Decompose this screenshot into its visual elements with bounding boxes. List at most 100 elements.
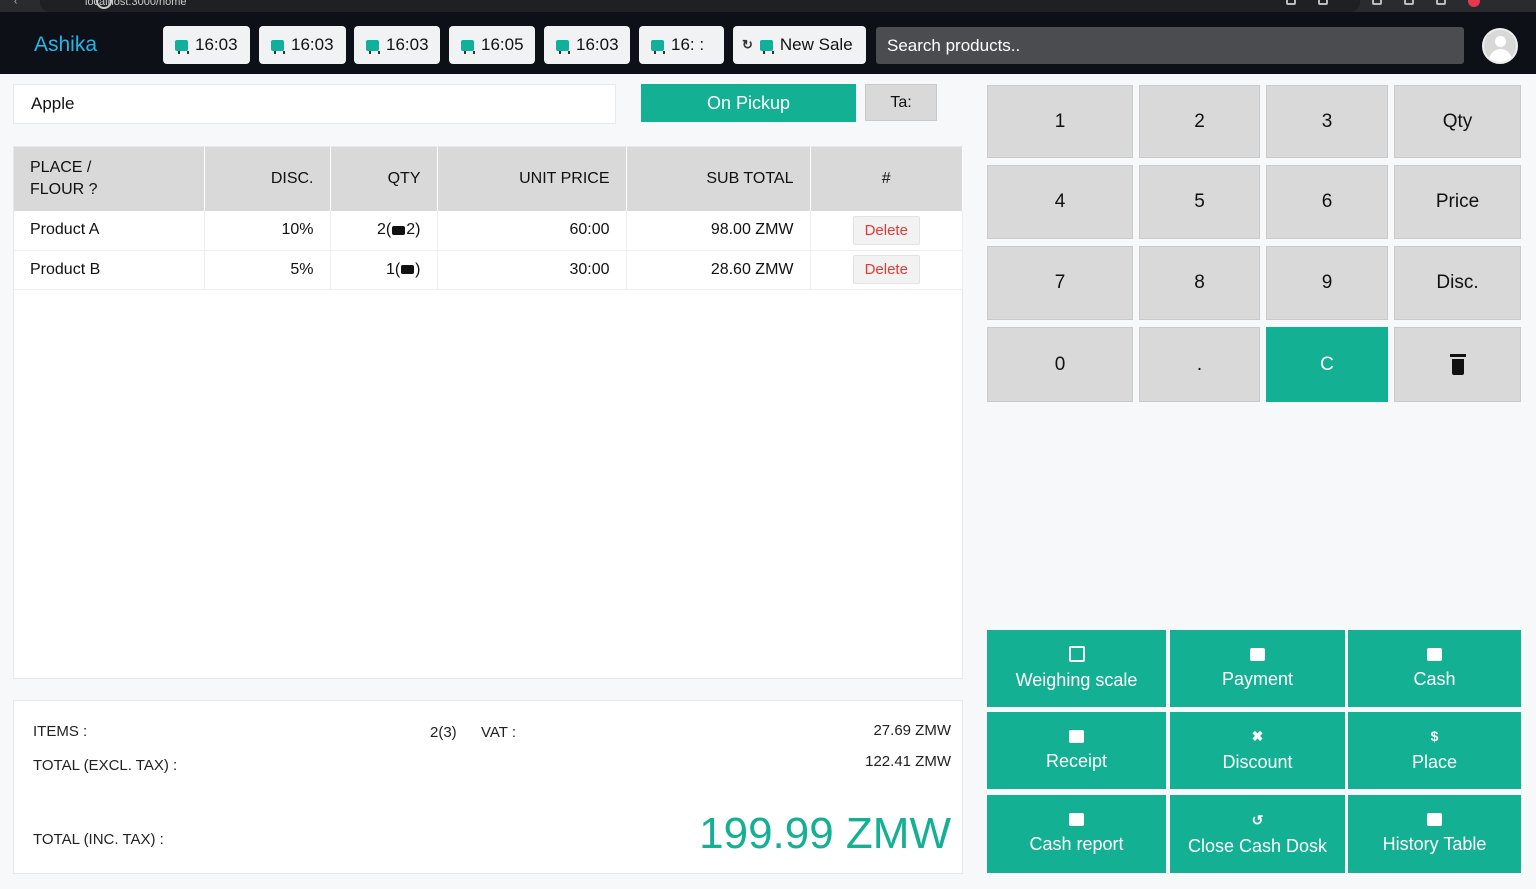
app-header: Ashika 16:03 16:03 16:03 16:05 16:03 16:… xyxy=(0,12,1536,74)
column-header-disc: DISC. xyxy=(204,147,331,211)
payment-button[interactable]: Payment xyxy=(1170,630,1345,707)
card-icon xyxy=(1250,647,1265,661)
key-8[interactable]: 8 xyxy=(1139,246,1260,320)
qty-mode-button[interactable]: Qty xyxy=(1394,85,1521,158)
register-icon xyxy=(366,39,380,54)
total-excl-label: TOTAL (EXCL. TAX) : xyxy=(33,757,178,774)
record-icon[interactable] xyxy=(1468,0,1480,7)
unit-price-cell[interactable]: 30:00 xyxy=(437,250,627,290)
package-icon xyxy=(392,225,406,235)
sale-tab[interactable]: 16:05 xyxy=(449,26,535,64)
receipt-button[interactable]: Receipt xyxy=(987,712,1166,789)
sub-total-cell: 28.60 ZMW xyxy=(626,250,811,290)
delete-line-button[interactable] xyxy=(1394,327,1521,402)
extension-icon[interactable] xyxy=(1404,0,1414,5)
back-arrow-icon[interactable]: ‹ xyxy=(14,0,17,7)
history-icon: ↺ xyxy=(1251,811,1264,828)
brand-logo: Ashika xyxy=(34,33,98,56)
new-sale-button[interactable]: ↻ New Sale xyxy=(733,26,866,64)
grand-total: 199.99 ZMW xyxy=(699,809,951,858)
discount-button[interactable]: ✖ Discount xyxy=(1170,712,1345,789)
on-pickup-button[interactable]: On Pickup xyxy=(641,84,856,122)
discount-cell[interactable]: 5% xyxy=(204,250,331,290)
sale-tab[interactable]: 16:03 xyxy=(163,26,250,64)
column-header-sub-total: SUB TOTAL xyxy=(626,147,811,211)
discount-icon: ✖ xyxy=(1251,728,1264,744)
sale-tab-label: 16:03 xyxy=(195,35,238,54)
register-icon xyxy=(759,39,774,54)
key-4[interactable]: 4 xyxy=(987,165,1133,239)
register-icon xyxy=(461,39,475,54)
key-0[interactable]: 0 xyxy=(987,327,1133,402)
sub-total-cell: 98.00 ZMW xyxy=(626,211,811,251)
table-button[interactable]: Ta: xyxy=(865,84,937,121)
history-table-button[interactable]: History Table xyxy=(1348,795,1521,873)
vat-value: 27.69 ZMW xyxy=(873,722,951,739)
sale-tab[interactable]: 16:03 xyxy=(259,26,346,64)
column-header-place: PLACE / FLOUR ? xyxy=(14,147,205,211)
product-name: Product B xyxy=(14,250,205,290)
weighing-scale-button[interactable]: Weighing scale xyxy=(987,630,1166,707)
qty-cell[interactable]: 1() xyxy=(330,250,438,290)
report-icon xyxy=(1069,813,1084,826)
discount-cell[interactable]: 10% xyxy=(204,211,331,251)
key-decimal[interactable]: . xyxy=(1139,327,1260,402)
extension-icon[interactable] xyxy=(1286,0,1296,5)
new-sale-label: New Sale xyxy=(779,35,853,54)
customer-field[interactable]: Apple xyxy=(13,84,616,124)
table-row[interactable]: Product B 5% 1() 30:00 28.60 ZMW Delete xyxy=(14,250,963,290)
delete-button[interactable]: Delete xyxy=(852,215,920,245)
sale-tab[interactable]: 16: : xyxy=(639,26,724,64)
table-row[interactable]: Product A 10% 2(2) 60:00 98.00 ZMW Delet… xyxy=(14,211,963,251)
receipt-icon xyxy=(1069,729,1084,743)
items-label: ITEMS : xyxy=(33,723,88,740)
sale-tab-label: 16:05 xyxy=(481,35,524,54)
cash-button[interactable]: Cash xyxy=(1348,630,1521,707)
key-7[interactable]: 7 xyxy=(987,246,1133,320)
sale-tab-label: 16:03 xyxy=(386,35,429,54)
total-incl-label: TOTAL (INC. TAX) : xyxy=(33,831,164,848)
package-icon xyxy=(401,264,415,274)
refresh-icon: ↻ xyxy=(742,37,753,52)
clear-button[interactable]: C xyxy=(1266,327,1388,402)
user-icon xyxy=(1495,36,1506,47)
sale-tab[interactable]: 16:03 xyxy=(354,26,440,64)
product-name: Product A xyxy=(14,211,205,251)
extension-icon[interactable] xyxy=(1372,0,1382,5)
browser-toolbar: ‹ localhost:3000/home xyxy=(0,0,1536,12)
close-cash-desk-button[interactable]: ↺ Close Cash Dosk xyxy=(1170,795,1345,873)
bookmark-icon[interactable] xyxy=(1318,0,1328,5)
register-icon xyxy=(271,39,285,54)
cash-report-button[interactable]: Cash report xyxy=(987,795,1166,873)
search-input[interactable]: Search products.. xyxy=(876,27,1464,64)
table-header: PLACE / FLOUR ? DISC. QTY UNIT PRICE SUB… xyxy=(14,147,963,211)
key-1[interactable]: 1 xyxy=(987,85,1133,158)
column-header-unit-price: UNIT PRICE xyxy=(437,147,627,211)
column-header-action: # xyxy=(810,147,963,211)
scale-icon xyxy=(1068,646,1085,662)
key-5[interactable]: 5 xyxy=(1139,165,1260,239)
address-bar[interactable]: localhost:3000/home xyxy=(40,0,1360,12)
key-3[interactable]: 3 xyxy=(1266,85,1388,158)
unit-price-cell[interactable]: 60:00 xyxy=(437,211,627,251)
avatar[interactable] xyxy=(1482,28,1518,64)
column-header-qty: QTY xyxy=(330,147,438,211)
table-icon xyxy=(1427,813,1442,826)
items-value: 2(3) xyxy=(430,724,457,741)
key-9[interactable]: 9 xyxy=(1266,246,1388,320)
vat-label: VAT : xyxy=(481,724,517,741)
key-2[interactable]: 2 xyxy=(1139,85,1260,158)
sale-tab-label: 16:03 xyxy=(291,35,334,54)
qty-cell[interactable]: 2(2) xyxy=(330,211,438,251)
window-icon[interactable] xyxy=(1436,0,1446,5)
sale-tab[interactable]: 16:03 xyxy=(544,26,630,64)
trash-icon xyxy=(1449,353,1466,375)
delete-button[interactable]: Delete xyxy=(852,255,920,284)
price-mode-button[interactable]: Price xyxy=(1394,165,1521,239)
disc-mode-button[interactable]: Disc. xyxy=(1394,246,1521,320)
total-excl-value: 122.41 ZMW xyxy=(865,753,951,770)
register-icon xyxy=(556,39,570,54)
totals-panel: ITEMS : 2(3) VAT : 27.69 ZMW TOTAL (EXCL… xyxy=(13,700,963,874)
place-button[interactable]: $ Place xyxy=(1348,712,1521,789)
key-6[interactable]: 6 xyxy=(1266,165,1388,239)
